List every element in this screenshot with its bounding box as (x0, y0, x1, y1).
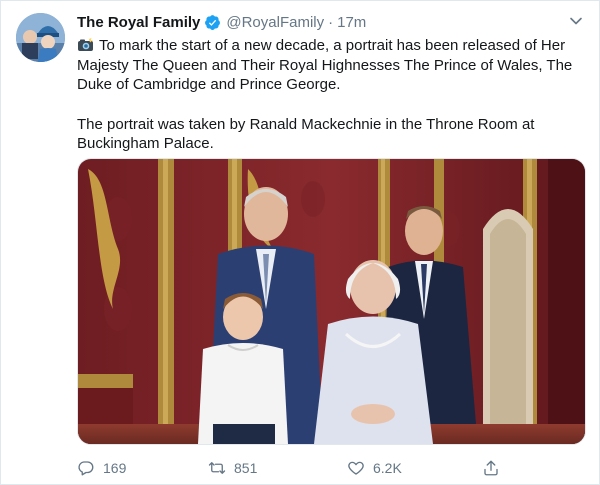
tweet-header: The Royal Family @RoyalFamily · 17m (77, 12, 585, 32)
like-button[interactable]: 6.2K (347, 457, 402, 479)
avatar-image (16, 13, 65, 62)
reply-button[interactable]: 169 (77, 457, 126, 479)
tweet-actions: 169 851 6.2K (77, 457, 507, 479)
heart-icon (348, 461, 364, 475)
tweet-paragraph-1-text: To mark the start of a new decade, a por… (77, 37, 573, 93)
tweet-paragraph-1: To mark the start of a new decade, a por… (77, 36, 587, 95)
retweet-icon (208, 462, 226, 474)
reply-count: 169 (103, 460, 127, 476)
tweet-photo[interactable] (77, 158, 586, 445)
handle[interactable]: @RoyalFamily (226, 14, 324, 31)
verified-badge-icon (204, 14, 221, 31)
camera-with-flash-icon (77, 38, 94, 52)
avatar[interactable] (16, 13, 65, 62)
tweet-paragraph-2: The portrait was taken by Ranald Mackech… (77, 115, 535, 153)
display-name[interactable]: The Royal Family (77, 14, 200, 31)
tweet-text: To mark the start of a new decade, a por… (77, 36, 587, 154)
portrait-image (78, 159, 585, 444)
timestamp[interactable]: 17m (337, 14, 366, 31)
separator-dot: · (328, 13, 334, 31)
tweet-card[interactable]: The Royal Family @RoyalFamily · 17m To m… (0, 0, 600, 485)
retweet-button[interactable]: 851 (208, 457, 257, 479)
like-count: 6.2K (373, 460, 402, 476)
reply-icon (78, 461, 94, 476)
share-button[interactable] (482, 457, 500, 479)
retweet-count: 851 (234, 460, 258, 476)
share-icon (484, 460, 498, 476)
chevron-down-icon[interactable] (567, 12, 585, 30)
